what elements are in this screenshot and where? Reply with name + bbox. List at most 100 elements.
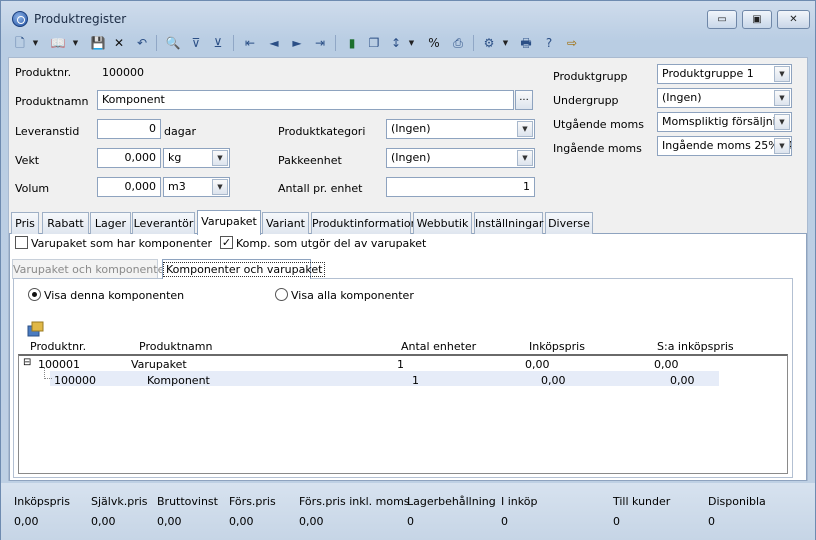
prev-record-icon[interactable]: ◄ (265, 34, 283, 52)
tree-expander-icon[interactable]: ⊟ (23, 357, 31, 368)
visa-alla-komponenter-radio[interactable] (275, 288, 288, 301)
table-row-cell-nr[interactable]: 100000 (54, 374, 96, 387)
next-record-icon[interactable]: ► (288, 34, 306, 52)
first-record-icon[interactable]: ⇤ (241, 34, 259, 52)
vekt-unit-select[interactable]: kg ▼ (163, 148, 230, 168)
save-icon[interactable]: 💾 (89, 34, 107, 52)
column-header-produktnr[interactable]: Produktnr. (30, 340, 86, 353)
help-icon[interactable]: ? (540, 34, 558, 52)
chevron-down-icon[interactable]: ▼ (212, 150, 228, 166)
komp-del-av-varupaket-checkbox[interactable]: ✓ (220, 236, 233, 249)
leveranstid-unit: dagar (164, 125, 196, 138)
footer-label-forspris: Förs.pris (229, 495, 276, 508)
volum-unit-select[interactable]: m3 ▼ (163, 177, 230, 197)
search-icon[interactable]: 🔍 (164, 34, 182, 52)
chevron-down-icon[interactable]: ▼ (774, 90, 790, 106)
print-icon[interactable]: 🖶 (517, 34, 535, 52)
open-dropdown-icon[interactable]: ▼ (71, 34, 80, 52)
pakkeenhet-select[interactable]: (Ingen) ▼ (386, 148, 535, 168)
volum-input[interactable]: 0,000 (97, 177, 161, 197)
table-row-cell-antal[interactable]: 1 (397, 358, 404, 371)
minimize-button[interactable]: ▭ (707, 10, 737, 29)
tree-connector-line (44, 367, 52, 379)
table-row-cell-antal[interactable]: 1 (412, 374, 419, 387)
tab-leverantor[interactable]: Leverantör (132, 212, 195, 234)
chevron-down-icon[interactable]: ▼ (212, 179, 228, 195)
footer-label-bruttovinst: Bruttovinst (157, 495, 218, 508)
last-record-icon[interactable]: ⇥ (311, 34, 329, 52)
delete-icon[interactable]: ✕ (110, 34, 128, 52)
new-icon[interactable]: 🗋 (11, 34, 29, 52)
chevron-down-icon[interactable]: ▼ (774, 138, 790, 154)
tab-varupaket[interactable]: Varupaket (197, 210, 261, 235)
subtab-varupaket-och-komponenter[interactable]: Varupaket och komponenter (12, 259, 169, 279)
column-header-antal-enheter[interactable]: Antal enheter (401, 340, 476, 353)
toolbar-separator (473, 35, 474, 51)
visa-denna-komponenten-label: Visa denna komponenten (44, 289, 185, 302)
chart-icon[interactable]: ▮ (343, 34, 361, 52)
ingaende-moms-select[interactable]: Ingående moms 25% (4 ▼ (657, 136, 792, 156)
leveranstid-input[interactable]: 0 (97, 119, 161, 139)
tab-lager[interactable]: Lager (90, 212, 131, 234)
database-icon[interactable] (26, 321, 44, 337)
visa-denna-komponenten-radio[interactable] (28, 288, 41, 301)
tab-installningar[interactable]: Inställningar (474, 212, 543, 234)
footer-label-lagerbehallning: Lagerbehållning (407, 495, 496, 508)
utgaende-moms-select[interactable]: Momspliktig försäljning 2 ▼ (657, 112, 792, 132)
chevron-down-icon[interactable]: ▼ (517, 150, 533, 166)
produktnr-label: Produktnr. (15, 66, 72, 79)
utgaende-moms-value: Momspliktig försäljning 2 (662, 115, 792, 128)
tab-webbutik[interactable]: Webbutik (413, 212, 472, 234)
window-title: Produktregister (34, 12, 127, 26)
percent-icon[interactable]: % (425, 34, 443, 52)
vekt-input[interactable]: 0,000 (97, 148, 161, 168)
produktnamn-browse-button[interactable]: ... (515, 90, 533, 110)
new-dropdown-icon[interactable]: ▼ (31, 34, 40, 52)
print-preview-icon[interactable]: ⎙ (449, 34, 467, 52)
table-row-cell-inkop[interactable]: 0,00 (525, 358, 550, 371)
tab-variant[interactable]: Variant (262, 212, 309, 234)
varupaket-har-komponenter-checkbox[interactable] (15, 236, 28, 249)
chevron-down-icon[interactable]: ▼ (517, 121, 533, 137)
column-header-inkopspris[interactable]: Inköpspris (529, 340, 585, 353)
footer-value-inkopspris: 0,00 (14, 515, 39, 528)
undo-icon[interactable]: ↶ (133, 34, 151, 52)
sort-dropdown-icon[interactable]: ▼ (407, 34, 416, 52)
settings-icon[interactable]: ⚙ (480, 34, 498, 52)
table-row-cell-namn[interactable]: Varupaket (131, 358, 187, 371)
sort-icon[interactable]: ↕ (387, 34, 405, 52)
tab-diverse[interactable]: Diverse (545, 212, 593, 234)
footer-value-forspris-inkl-moms: 0,00 (299, 515, 324, 528)
table-row-cell-sum[interactable]: 0,00 (654, 358, 679, 371)
tab-rabatt[interactable]: Rabatt (42, 212, 89, 234)
column-header-summa-inkopspris[interactable]: S:a inköpspris (657, 340, 734, 353)
chevron-down-icon[interactable]: ▼ (774, 114, 790, 130)
column-header-produktnamn[interactable]: Produktnamn (139, 340, 213, 353)
utgaende-moms-label: Utgående moms (553, 118, 644, 131)
tab-pris[interactable]: Pris (11, 212, 39, 234)
tab-produktinformation[interactable]: Produktinformation (311, 212, 418, 234)
table-row-cell-sum[interactable]: 0,00 (670, 374, 695, 387)
antall-input[interactable]: 1 (386, 177, 535, 197)
pakkeenhet-label: Pakkeenhet (278, 154, 342, 167)
exit-icon[interactable]: ⇨ (563, 34, 581, 52)
produktgrupp-value: Produktgruppe 1 (662, 67, 754, 80)
filter-icon[interactable]: ⊽ (187, 34, 205, 52)
subtab-komponenter-och-varupaket[interactable]: Komponenter och varupaket (162, 259, 326, 279)
produktkategori-select[interactable]: (Ingen) ▼ (386, 119, 535, 139)
chevron-down-icon[interactable]: ▼ (774, 66, 790, 82)
table-row-cell-inkop[interactable]: 0,00 (541, 374, 566, 387)
undergrupp-select[interactable]: (Ingen) ▼ (657, 88, 792, 108)
clear-filter-icon[interactable]: ⊻ (209, 34, 227, 52)
table-row-cell-namn[interactable]: Komponent (147, 374, 210, 387)
copy-icon[interactable]: ❐ (365, 34, 383, 52)
open-icon[interactable]: 📖 (49, 34, 67, 52)
leveranstid-label: Leveranstid (15, 125, 80, 138)
footer-label-forspris-inkl-moms: Förs.pris inkl. moms (299, 495, 410, 508)
produktnamn-input[interactable]: Komponent (97, 90, 514, 110)
settings-dropdown-icon[interactable]: ▼ (501, 34, 510, 52)
maximize-button[interactable]: ▣ (742, 10, 772, 29)
close-button[interactable]: ✕ (777, 10, 810, 29)
produktgrupp-select[interactable]: Produktgruppe 1 ▼ (657, 64, 792, 84)
app-logo-icon (12, 11, 28, 27)
